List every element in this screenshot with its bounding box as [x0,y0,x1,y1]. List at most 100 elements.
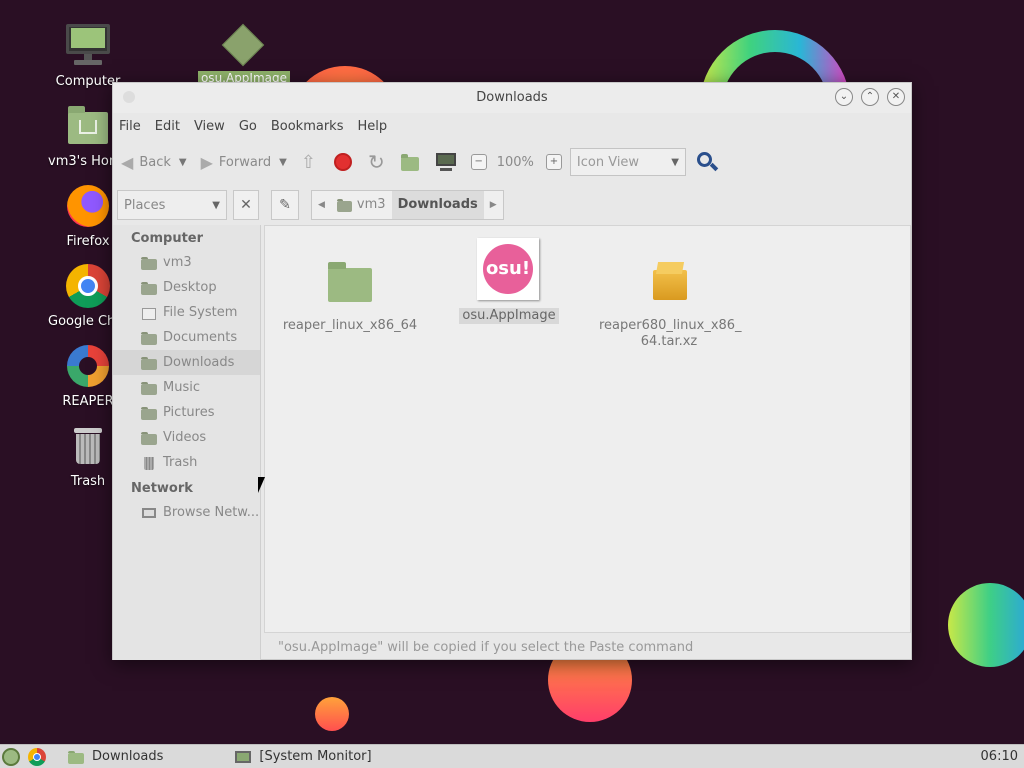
close-sidebar-button[interactable]: ✕ [233,190,259,220]
chevron-down-icon: ▼ [671,156,679,168]
sidebar-header-computer: Computer [131,231,204,246]
start-menu-button[interactable] [0,745,48,768]
file-view[interactable]: reaper_linux_x86_64 osu! osu.AppImage re… [264,225,911,633]
sidebar: Computer vm3 Desktop File System Documen… [113,225,261,660]
file-name-line1: reaper680_linux_x86_ [599,318,742,333]
system-monitor-icon [235,750,252,764]
file-item-folder[interactable]: reaper_linux_x86_64 [280,256,420,334]
up-arrow-icon: ⇧ [300,151,316,173]
file-name: reaper_linux_x86_64 [282,318,418,333]
menu-view[interactable]: View [194,119,225,134]
computer-icon [435,151,457,173]
wallpaper-orb [315,697,349,731]
sidebar-header-network: Network [131,481,193,496]
sidebar-item-browse-network[interactable]: Browse Netw... [113,500,260,525]
breadcrumb-item-downloads[interactable]: Downloads [391,191,484,219]
chevron-right-icon: ▶ [489,200,497,210]
menu-help[interactable]: Help [357,119,387,134]
home-folder-icon [141,256,157,270]
breadcrumb-item-vm3[interactable]: vm3 [331,191,392,219]
sidebar-item-vm3[interactable]: vm3 [113,250,260,275]
sidebar-item-label: Music [163,380,200,395]
back-button[interactable]: ◀ Back ▼ [121,153,187,172]
menu-edit[interactable]: Edit [155,119,180,134]
network-icon [141,506,157,520]
minimize-button[interactable]: ⌄ [835,88,853,106]
sidebar-item-label: Documents [163,330,238,345]
appimage-desktop-icon[interactable] [220,23,268,67]
breadcrumb-scroll-left[interactable]: ◀ [312,191,331,219]
status-bar: "osu.AppImage" will be copied if you sel… [278,640,694,655]
stop-button[interactable] [332,151,354,173]
taskbar-item-label: Downloads [92,749,164,764]
stop-icon [332,151,354,173]
sidebar-item-label: Trash [163,455,198,470]
chrome-icon[interactable] [28,747,46,766]
reload-button[interactable]: ↻ [368,150,385,174]
location-bar: Places ▼ ✕ ✎ ◀ vm3 Downloads ▶ [113,185,911,225]
home-folder-icon [399,151,421,173]
desktop-icon-computer[interactable]: Computer [48,22,128,90]
trash-icon [64,422,112,470]
music-folder-icon [141,381,157,395]
breadcrumb-scroll-right[interactable]: ▶ [484,191,503,219]
mouse-cursor-icon [258,477,265,493]
drive-icon [141,306,157,320]
file-item-archive[interactable]: reaper680_linux_x86_ 64.tar.xz [599,256,742,350]
sidebar-item-videos[interactable]: Videos [113,425,260,450]
chrome-icon [64,262,112,310]
sidebar-item-documents[interactable]: Documents [113,325,260,350]
forward-button[interactable]: ▶ Forward ▼ [201,153,287,172]
up-button[interactable]: ⇧ [301,152,316,173]
places-label: Places [124,197,166,213]
sidebar-item-downloads[interactable]: Downloads [113,350,260,375]
zoom-out-icon: − [470,154,487,170]
zoom-in-icon: + [545,154,562,170]
reaper-icon [64,342,112,390]
sidebar-item-label: Browse Netw... [163,505,260,520]
zoom-in-button[interactable]: + [545,154,562,170]
sidebar-item-music[interactable]: Music [113,375,260,400]
edit-icon: ✎ [279,197,291,213]
menu-go[interactable]: Go [239,119,257,134]
sidebar-item-label: File System [163,305,238,320]
taskbar-item-downloads[interactable]: Downloads [60,745,171,768]
file-name: osu.AppImage [459,308,559,324]
title-bar[interactable]: Downloads ⌄ ⌃ ✕ [113,83,911,113]
folder-icon [68,750,84,764]
sidebar-item-label: Downloads [163,355,235,370]
sidebar-item-label: Pictures [163,405,215,420]
search-button[interactable] [696,151,719,173]
sidebar-item-trash[interactable]: Trash [113,450,260,475]
view-mode-label: Icon View [576,154,640,170]
close-icon: ✕ [240,197,252,213]
sidebar-item-file-system[interactable]: File System [113,300,260,325]
breadcrumb-label: vm3 [356,197,386,212]
taskbar-item-system-monitor[interactable]: [System Monitor] [227,745,379,768]
home-folder-icon [64,102,112,150]
sidebar-item-desktop[interactable]: Desktop [113,275,260,300]
sidebar-item-pictures[interactable]: Pictures [113,400,260,425]
trash-icon [141,456,157,470]
file-item-appimage[interactable]: osu! osu.AppImage [439,238,579,324]
menu-bookmarks[interactable]: Bookmarks [271,119,344,134]
computer-button[interactable] [435,151,457,173]
zoom-level: 100% [496,154,534,170]
sidebar-item-label: Videos [163,430,207,445]
menu-file[interactable]: File [119,119,141,134]
toggle-location-entry-button[interactable]: ✎ [271,190,299,220]
firefox-icon [64,182,112,230]
forward-history-dropdown-icon[interactable]: ▼ [279,157,287,168]
zoom-out-button[interactable]: − [470,154,487,170]
clock[interactable]: 06:10 [981,749,1024,764]
home-button[interactable] [399,151,421,173]
search-icon [696,151,719,173]
videos-folder-icon [141,431,157,445]
view-mode-select[interactable]: Icon View ▼ [569,148,686,176]
sidebar-mode-select[interactable]: Places ▼ [117,190,227,220]
back-label: Back [139,154,171,170]
back-history-dropdown-icon[interactable]: ▼ [179,157,187,168]
file-manager-window: Downloads ⌄ ⌃ ✕ File Edit View Go Bookma… [112,82,912,660]
close-button[interactable]: ✕ [887,88,905,106]
maximize-button[interactable]: ⌃ [861,88,879,106]
